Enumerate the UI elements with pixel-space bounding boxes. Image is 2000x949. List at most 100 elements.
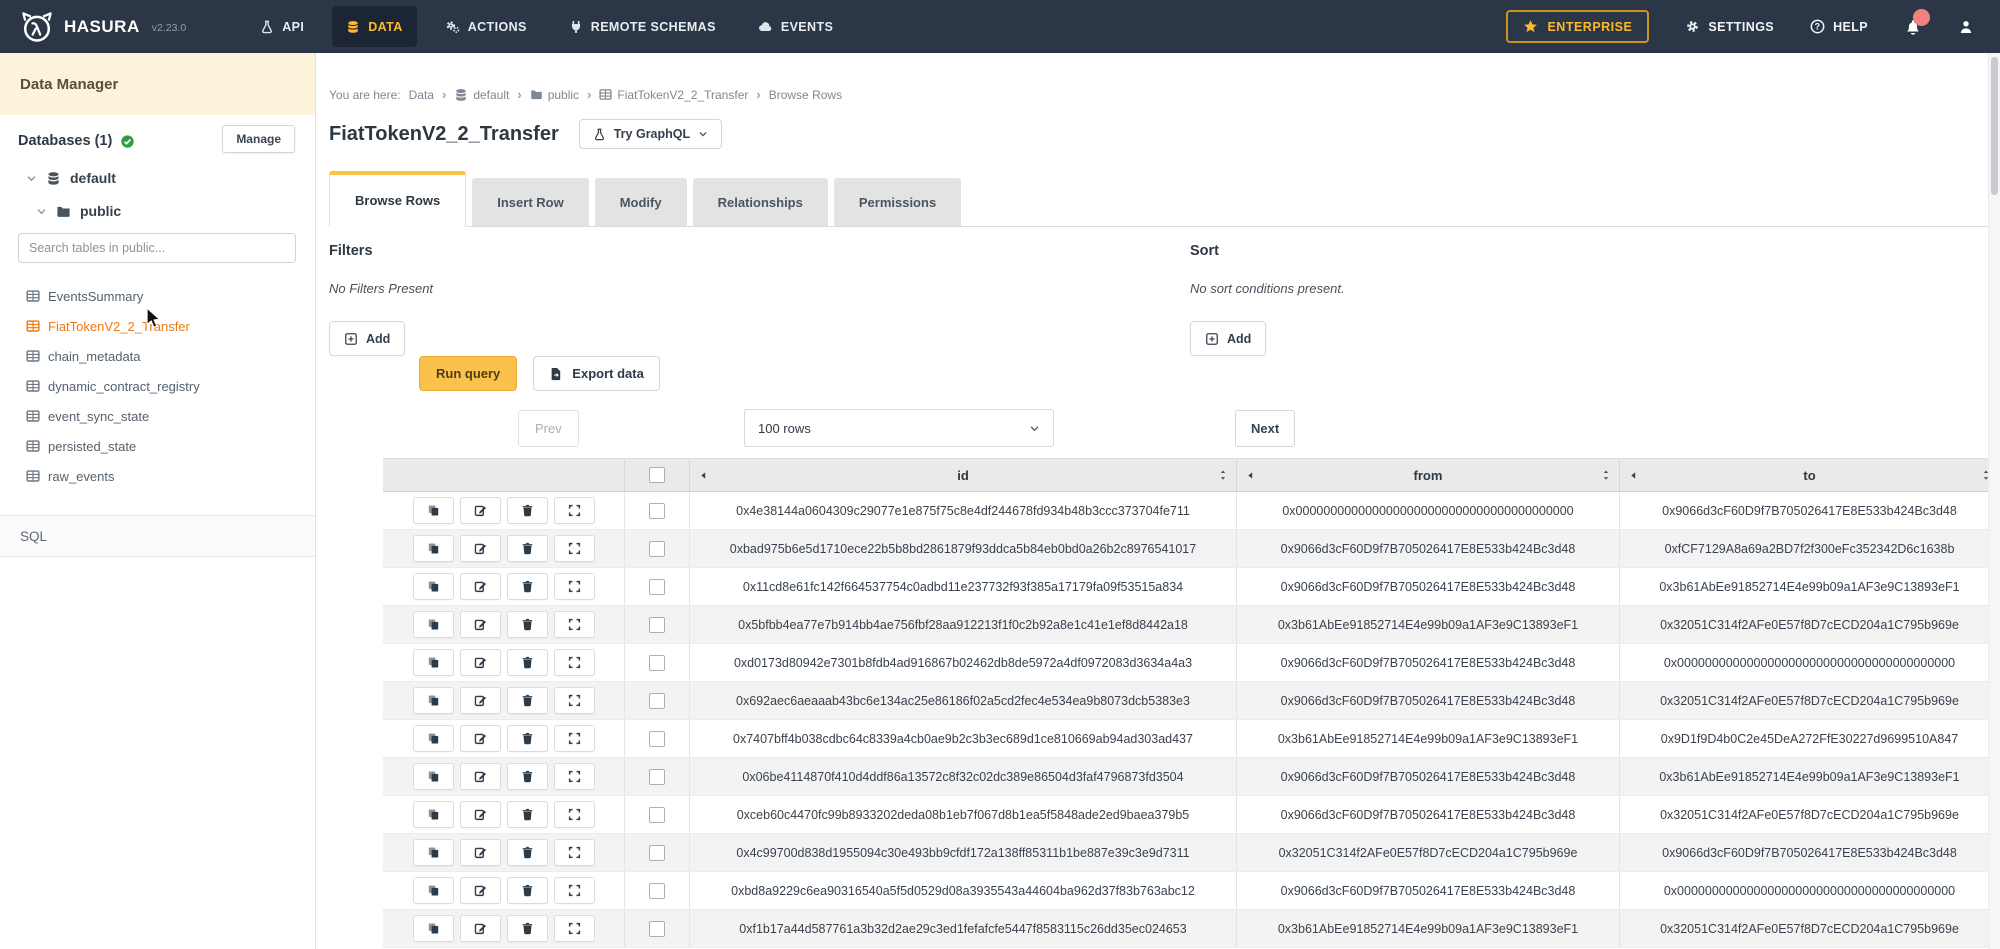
select-all-checkbox[interactable]: [649, 467, 665, 483]
collapse-column-icon[interactable]: [1629, 471, 1638, 480]
delete-row-button[interactable]: [507, 801, 548, 828]
vertical-scrollbar[interactable]: [1988, 53, 2000, 949]
row-checkbox[interactable]: [649, 731, 665, 747]
delete-row-button[interactable]: [507, 573, 548, 600]
edit-row-button[interactable]: [460, 763, 501, 790]
expand-row-button[interactable]: [554, 649, 595, 676]
sort-column-icon[interactable]: [1218, 469, 1228, 481]
delete-row-button[interactable]: [507, 611, 548, 638]
expand-row-button[interactable]: [554, 611, 595, 638]
edit-row-button[interactable]: [460, 725, 501, 752]
nav-item-api[interactable]: API: [246, 6, 318, 47]
copy-row-button[interactable]: [413, 573, 454, 600]
tab-browse-rows[interactable]: Browse Rows: [329, 171, 466, 227]
tab-insert-row[interactable]: Insert Row: [472, 178, 588, 226]
row-checkbox[interactable]: [649, 845, 665, 861]
chevron-down-icon[interactable]: [26, 173, 37, 184]
copy-row-button[interactable]: [413, 915, 454, 942]
add-filter-button[interactable]: Add: [329, 321, 405, 356]
user-icon[interactable]: [1958, 19, 1974, 35]
row-checkbox[interactable]: [649, 503, 665, 519]
export-data-button[interactable]: Export data: [533, 356, 660, 391]
next-page-button[interactable]: Next: [1235, 410, 1295, 447]
sidebar-table-item-EventsSummary[interactable]: EventsSummary: [26, 281, 307, 311]
row-checkbox[interactable]: [649, 921, 665, 937]
copy-row-button[interactable]: [413, 649, 454, 676]
sidebar-table-item-raw_events[interactable]: raw_events: [26, 461, 307, 491]
copy-row-button[interactable]: [413, 725, 454, 752]
edit-row-button[interactable]: [460, 611, 501, 638]
edit-row-button[interactable]: [460, 497, 501, 524]
tab-permissions[interactable]: Permissions: [834, 178, 961, 226]
delete-row-button[interactable]: [507, 763, 548, 790]
edit-row-button[interactable]: [460, 915, 501, 942]
collapse-column-icon[interactable]: [1246, 471, 1255, 480]
row-checkbox[interactable]: [649, 769, 665, 785]
add-sort-button[interactable]: Add: [1190, 321, 1266, 356]
expand-row-button[interactable]: [554, 535, 595, 562]
delete-row-button[interactable]: [507, 725, 548, 752]
expand-row-button[interactable]: [554, 877, 595, 904]
try-graphql-button[interactable]: Try GraphQL: [579, 119, 722, 149]
expand-row-button[interactable]: [554, 725, 595, 752]
expand-row-button[interactable]: [554, 839, 595, 866]
row-checkbox[interactable]: [649, 807, 665, 823]
prev-page-button[interactable]: Prev: [518, 410, 579, 447]
delete-row-button[interactable]: [507, 497, 548, 524]
delete-row-button[interactable]: [507, 649, 548, 676]
sidebar-table-item-persisted_state[interactable]: persisted_state: [26, 431, 307, 461]
collapse-column-icon[interactable]: [699, 471, 708, 480]
sidebar-table-item-dynamic_contract_registry[interactable]: dynamic_contract_registry: [26, 371, 307, 401]
nav-item-remote-schemas[interactable]: REMOTE SCHEMAS: [555, 6, 730, 47]
help-button[interactable]: ? HELP: [1810, 19, 1868, 34]
enterprise-button[interactable]: ENTERPRISE: [1506, 10, 1649, 43]
edit-row-button[interactable]: [460, 877, 501, 904]
expand-row-button[interactable]: [554, 763, 595, 790]
edit-row-button[interactable]: [460, 649, 501, 676]
row-checkbox[interactable]: [649, 617, 665, 633]
edit-row-button[interactable]: [460, 687, 501, 714]
breadcrumb-item-public[interactable]: public: [530, 88, 579, 102]
page-size-select[interactable]: 100 rows: [744, 409, 1054, 447]
copy-row-button[interactable]: [413, 611, 454, 638]
row-checkbox[interactable]: [649, 883, 665, 899]
manage-button[interactable]: Manage: [222, 125, 295, 153]
expand-row-button[interactable]: [554, 687, 595, 714]
delete-row-button[interactable]: [507, 687, 548, 714]
tab-modify[interactable]: Modify: [595, 178, 687, 226]
row-checkbox[interactable]: [649, 655, 665, 671]
copy-row-button[interactable]: [413, 497, 454, 524]
copy-row-button[interactable]: [413, 839, 454, 866]
brand[interactable]: HASURA v2.23.0: [20, 10, 186, 44]
notifications-button[interactable]: [1904, 18, 1922, 36]
sidebar-table-item-chain_metadata[interactable]: chain_metadata: [26, 341, 307, 371]
nav-item-events[interactable]: EVENTS: [744, 6, 847, 47]
tab-relationships[interactable]: Relationships: [693, 178, 828, 226]
expand-row-button[interactable]: [554, 497, 595, 524]
delete-row-button[interactable]: [507, 535, 548, 562]
delete-row-button[interactable]: [507, 839, 548, 866]
sidebar-table-item-FiatTokenV2_2_Transfer[interactable]: FiatTokenV2_2_Transfer: [26, 311, 307, 341]
breadcrumb-item-fiattokenv2_2_transfer[interactable]: FiatTokenV2_2_Transfer: [599, 88, 748, 102]
sidebar-database-default[interactable]: default: [26, 170, 116, 186]
edit-row-button[interactable]: [460, 801, 501, 828]
copy-row-button[interactable]: [413, 763, 454, 790]
edit-row-button[interactable]: [460, 839, 501, 866]
row-checkbox[interactable]: [649, 541, 665, 557]
scrollbar-thumb[interactable]: [1991, 57, 1998, 195]
delete-row-button[interactable]: [507, 877, 548, 904]
nav-item-actions[interactable]: ACTIONS: [431, 6, 541, 47]
sort-column-icon[interactable]: [1601, 469, 1611, 481]
sidebar-table-item-event_sync_state[interactable]: event_sync_state: [26, 401, 307, 431]
expand-row-button[interactable]: [554, 801, 595, 828]
delete-row-button[interactable]: [507, 915, 548, 942]
row-checkbox[interactable]: [649, 579, 665, 595]
row-checkbox[interactable]: [649, 693, 665, 709]
nav-item-data[interactable]: DATA: [332, 6, 416, 47]
copy-row-button[interactable]: [413, 877, 454, 904]
chevron-down-icon[interactable]: [36, 206, 47, 217]
sidebar-schema-public[interactable]: public: [36, 203, 121, 219]
expand-row-button[interactable]: [554, 915, 595, 942]
expand-row-button[interactable]: [554, 573, 595, 600]
sidebar-item-sql[interactable]: SQL: [0, 515, 315, 557]
